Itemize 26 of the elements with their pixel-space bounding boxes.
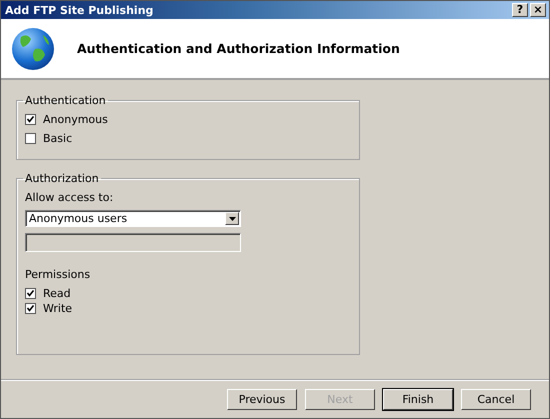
- globe-icon: [11, 26, 55, 70]
- checkbox-row[interactable]: Write: [25, 302, 351, 315]
- dialog-button[interactable]: Cancel: [461, 388, 531, 410]
- checkbox[interactable]: [25, 133, 36, 144]
- checkbox-label: Basic: [43, 132, 72, 145]
- checkbox-label: Write: [43, 302, 72, 315]
- close-button[interactable]: ×: [530, 3, 546, 17]
- checkbox-row[interactable]: Basic: [25, 132, 351, 145]
- access-dropdown[interactable]: Anonymous users: [25, 210, 241, 227]
- dialog-button[interactable]: Previous: [227, 388, 297, 410]
- checkbox[interactable]: [25, 303, 36, 314]
- caret-icon: [228, 216, 236, 220]
- window-title: Add FTP Site Publishing: [5, 4, 154, 16]
- permissions-label: Permissions: [25, 268, 92, 281]
- dialog-button[interactable]: Finish: [383, 388, 453, 410]
- help-button[interactable]: ?: [512, 3, 528, 17]
- group-label: Authorization: [24, 172, 100, 185]
- group-label: Authentication: [24, 94, 107, 107]
- page-heading: Authentication and Authorization Information: [77, 41, 400, 56]
- checkbox-row[interactable]: Anonymous: [25, 113, 351, 126]
- checkbox-label: Anonymous: [43, 113, 108, 126]
- checkbox-label: Read: [43, 287, 71, 300]
- access-label: Allow access to:: [25, 191, 114, 204]
- checkbox-row[interactable]: Read: [25, 287, 351, 300]
- checkbox[interactable]: [25, 288, 36, 299]
- checkbox[interactable]: [25, 114, 36, 125]
